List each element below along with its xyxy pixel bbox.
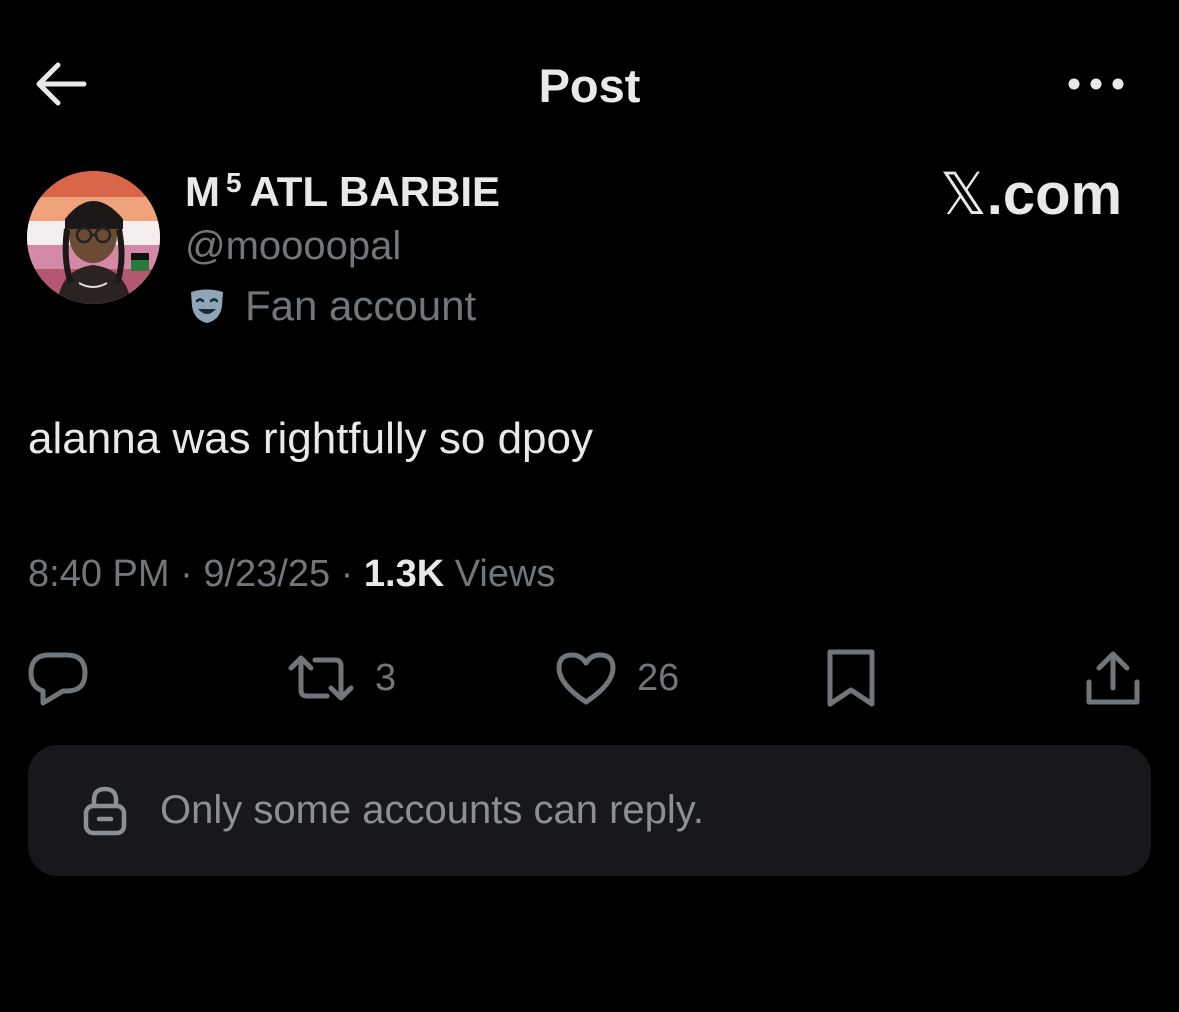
repost-icon	[288, 655, 354, 701]
repost-count: 3	[375, 656, 397, 699]
meta-separator: ·	[180, 553, 193, 595]
page-title: Post	[538, 59, 641, 112]
avatar[interactable]	[27, 171, 160, 304]
bookmark-icon	[827, 649, 875, 707]
label-text: Fan account	[245, 282, 477, 329]
like-button[interactable]: 26	[555, 646, 679, 710]
x-logo: 𝕏	[940, 162, 987, 227]
post-meta: 8:40 PM · 9/23/25 · 1.3K Views	[28, 553, 555, 596]
user-handle[interactable]: @moooopal	[185, 224, 401, 269]
reply-restriction-notice: Only some accounts can reply.	[28, 745, 1151, 876]
bookmark-button[interactable]	[824, 646, 878, 710]
brand-watermark: 𝕏.com	[940, 160, 1122, 228]
reply-icon	[28, 652, 88, 706]
like-count: 26	[637, 656, 680, 699]
views-label: Views	[454, 553, 556, 595]
reply-button[interactable]	[27, 646, 89, 710]
account-label: Fan account	[187, 282, 476, 330]
share-button[interactable]	[1084, 646, 1142, 710]
display-name-suffix: ATL BARBIE	[249, 168, 501, 215]
post-time[interactable]: 8:40 PM	[28, 553, 170, 595]
meta-separator: ·	[340, 553, 354, 595]
more-horizontal-icon	[1068, 78, 1124, 90]
heart-icon	[556, 652, 616, 705]
display-name-prefix: M	[185, 168, 220, 215]
theater-masks-icon	[191, 289, 223, 323]
post-text: alanna was rightfully so dpoy	[28, 414, 593, 463]
lock-icon	[83, 786, 127, 835]
repost-button[interactable]: 3	[287, 646, 396, 710]
views-count: 1.3K	[363, 553, 445, 595]
display-name-sup: 5	[226, 167, 242, 198]
reply-restriction-text: Only some accounts can reply.	[160, 788, 704, 832]
display-name[interactable]: M 5 ATL BARBIE	[185, 167, 500, 216]
post-date[interactable]: 9/23/25	[203, 553, 330, 595]
brand-suffix: .com	[986, 162, 1123, 227]
avatar-image	[27, 171, 160, 304]
post-screen: Post M 5 ATL BARBIE @moooopal Fan accoun…	[0, 0, 1179, 1012]
share-icon	[1086, 651, 1140, 705]
more-options-button[interactable]	[1064, 68, 1128, 100]
